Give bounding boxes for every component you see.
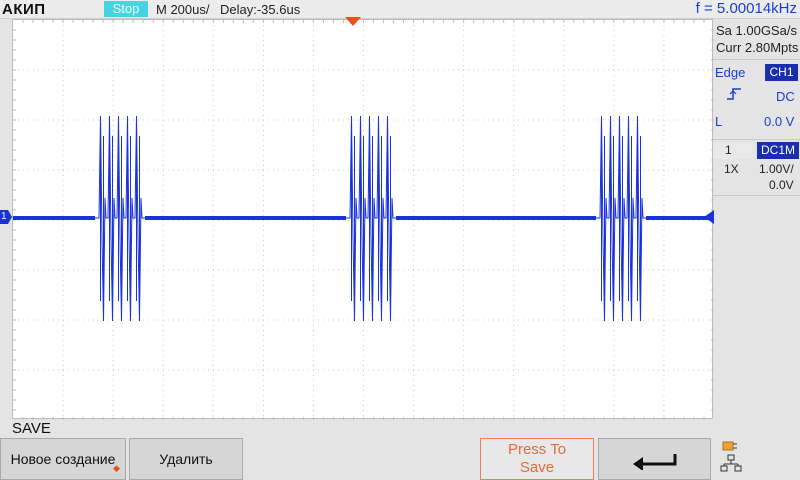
- trigger-level-value: 0.0 V: [764, 114, 795, 129]
- waveform-burst: [346, 115, 396, 322]
- run-stop-status[interactable]: Stop: [104, 1, 148, 17]
- menu-title: SAVE: [12, 420, 51, 437]
- trigger-source-badge: CH1: [765, 64, 798, 81]
- waveform-display: [12, 19, 714, 420]
- channel-1-settings[interactable]: 1 DC1M 1X 1.00V/ 0.0V: [713, 141, 800, 197]
- press-to-save-label: Press To Save: [507, 441, 567, 476]
- divider: [713, 195, 800, 196]
- trigger-level-label: L: [715, 114, 723, 129]
- memory-depth: Curr 2.80Mpts: [716, 40, 799, 55]
- frequency-readout: f = 5.00014kHz: [695, 0, 797, 17]
- back-button[interactable]: [598, 438, 711, 480]
- waveform-baseline: [13, 216, 95, 220]
- trigger-type: Edge: [715, 65, 746, 80]
- trigger-coupling: DC: [776, 89, 795, 104]
- waveform-burst: [95, 115, 145, 322]
- delete-label: Удалить: [159, 451, 213, 467]
- channel-coupling-badge: DC1M: [757, 142, 799, 159]
- waveform-baseline: [396, 216, 596, 220]
- waveform-graticule: [13, 20, 714, 420]
- vertical-scale: 1.00V/: [759, 162, 794, 176]
- channel-1-marker[interactable]: 1: [0, 210, 12, 224]
- rising-edge-icon: [727, 88, 741, 100]
- channel-number: 1: [725, 143, 732, 157]
- top-status-bar: АКИП Stop M 200us/ Delay:-35.6us f = 5.0…: [0, 0, 800, 19]
- timebase-readout[interactable]: M 200us/: [156, 2, 209, 17]
- sample-rate: Sa 1.00GSa/s: [716, 23, 797, 38]
- trigger-position-marker-icon: [345, 17, 361, 26]
- probe-ratio: 1X: [724, 162, 739, 176]
- softkey-indicator-icon: ◆: [113, 463, 120, 473]
- delay-readout[interactable]: Delay:-35.6us: [220, 2, 300, 17]
- new-file-button[interactable]: Новое создание ◆: [0, 438, 126, 480]
- storage-status: [714, 438, 800, 480]
- right-info-panel: Sa 1.00GSa/s Curr 2.80Mpts Edge CH1 DC L…: [713, 19, 800, 419]
- trigger-settings[interactable]: Edge CH1 DC L 0.0 V: [713, 60, 800, 132]
- delete-button[interactable]: Удалить: [129, 438, 243, 480]
- divider: [713, 139, 800, 140]
- waveform-burst: [596, 115, 646, 322]
- channel-marker-label: 1: [1, 211, 7, 222]
- press-to-save-button[interactable]: Press To Save: [480, 438, 594, 480]
- vertical-offset: 0.0V: [769, 178, 794, 192]
- return-arrow-icon: [632, 454, 676, 470]
- new-file-label: Новое создание: [10, 451, 116, 467]
- channel-number-tab: 1: [713, 143, 753, 159]
- usb-network-icon: [720, 441, 742, 472]
- brand-logo: АКИП: [2, 1, 46, 18]
- waveform-baseline: [145, 216, 346, 220]
